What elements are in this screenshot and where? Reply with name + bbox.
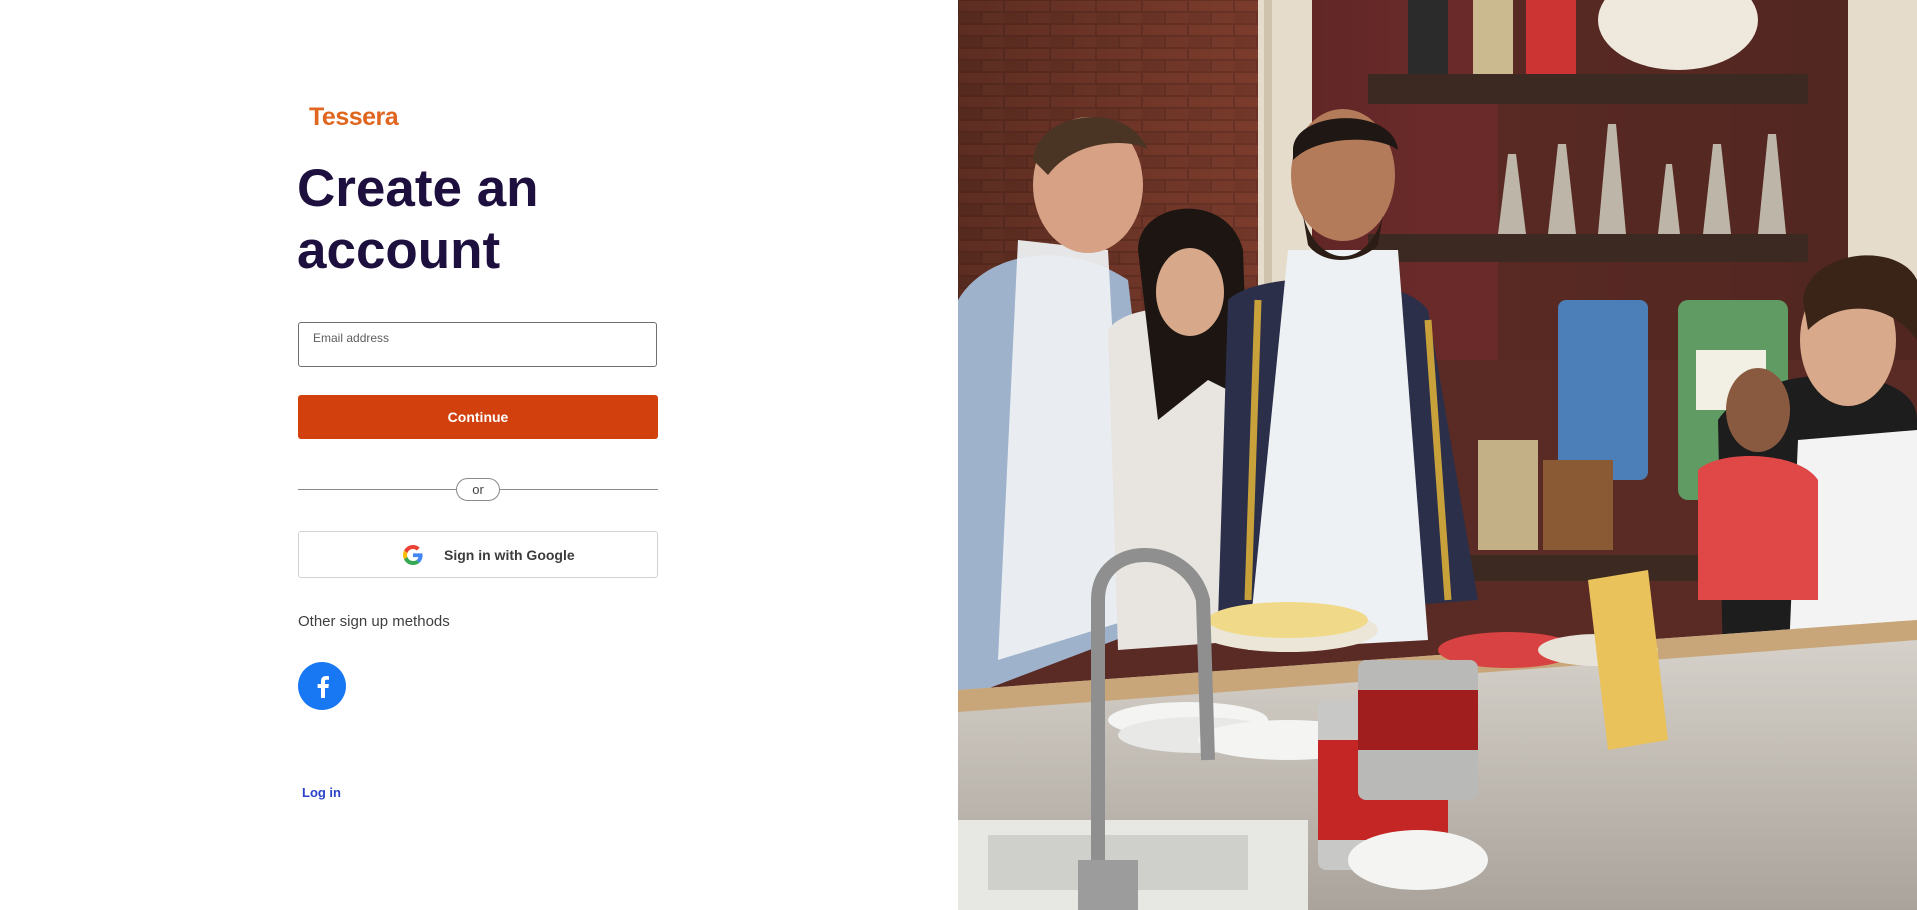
- continue-button[interactable]: Continue: [298, 395, 658, 439]
- google-signin-label: Sign in with Google: [444, 547, 575, 563]
- cooking-class-photo: [958, 0, 1917, 910]
- email-field[interactable]: Email address: [298, 322, 657, 367]
- brand-logo: Tessera: [309, 103, 399, 131]
- email-field-label: Email address: [313, 331, 390, 345]
- login-link[interactable]: Log in: [302, 785, 341, 800]
- google-icon: [403, 545, 423, 565]
- signup-page: Tessera Create an account Email address …: [0, 0, 1917, 910]
- facebook-signin-button[interactable]: [298, 662, 346, 710]
- google-signin-button[interactable]: Sign in with Google: [298, 531, 658, 578]
- facebook-icon: [317, 676, 329, 698]
- or-divider: or: [298, 478, 658, 502]
- email-input[interactable]: [312, 347, 642, 363]
- other-methods-heading: Other sign up methods: [298, 613, 450, 630]
- hero-image: [958, 0, 1917, 910]
- divider-or-label: or: [456, 478, 500, 501]
- page-title: Create an account: [297, 159, 539, 280]
- signup-panel: Tessera Create an account Email address …: [0, 0, 958, 910]
